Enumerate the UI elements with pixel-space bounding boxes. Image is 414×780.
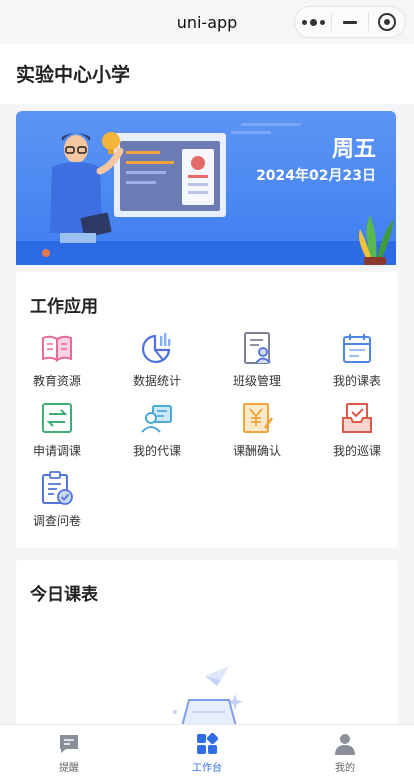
app-label: 申请调课 bbox=[32, 444, 81, 458]
tab-reminders[interactable]: 提醒 bbox=[0, 725, 138, 780]
app-my-patrol[interactable]: 我的巡课 bbox=[312, 400, 402, 460]
app-my-schedule[interactable]: 我的课表 bbox=[312, 330, 402, 390]
app-label: 教育资源 bbox=[32, 374, 81, 388]
tab-bar: 提醒 工作台 我的 bbox=[0, 724, 414, 780]
capsule-menu bbox=[294, 6, 406, 38]
more-icon bbox=[301, 18, 325, 26]
app-label: 我的巡课 bbox=[332, 444, 381, 458]
school-header: 实验中心小学 bbox=[0, 44, 414, 104]
app-label: 我的课表 bbox=[332, 374, 381, 388]
tab-label: 工作台 bbox=[192, 762, 222, 774]
tab-label: 提醒 bbox=[59, 762, 79, 774]
app-education-resources[interactable]: 教育资源 bbox=[12, 330, 102, 390]
today-schedule-title: 今日课表 bbox=[30, 585, 98, 605]
tab-workbench[interactable]: 工作台 bbox=[138, 725, 276, 780]
work-apps-title: 工作应用 bbox=[30, 297, 98, 317]
close-target-icon bbox=[378, 13, 396, 31]
class-roster-icon bbox=[244, 332, 271, 364]
grid-icon bbox=[197, 732, 219, 754]
school-name: 实验中心小学 bbox=[16, 64, 131, 86]
app-survey[interactable]: 调查问卷 bbox=[12, 470, 102, 530]
app-data-statistics[interactable]: 数据统计 bbox=[112, 330, 202, 390]
app-label: 调查问卷 bbox=[32, 514, 81, 528]
inbox-check-icon bbox=[342, 403, 372, 433]
message-icon bbox=[60, 734, 78, 753]
work-apps-card: 工作应用 教育资源 数据统计 班级管理 我的课表 申请调课 我的代课 课酬确认 … bbox=[16, 272, 398, 548]
today-schedule-card: 今日课表 bbox=[16, 560, 398, 730]
substitute-icon bbox=[141, 405, 172, 433]
nav-bar: uni-app bbox=[0, 0, 414, 44]
minimize-button[interactable] bbox=[332, 7, 368, 37]
app-apply-course-change[interactable]: 申请调课 bbox=[12, 400, 102, 460]
minimize-icon bbox=[343, 20, 357, 24]
pie-chart-icon bbox=[142, 333, 171, 363]
user-icon bbox=[335, 733, 355, 755]
banner-weekday: 周五 bbox=[331, 137, 376, 162]
calendar-icon bbox=[343, 334, 371, 363]
date-banner: 周五 2024年02月23日 bbox=[16, 111, 396, 265]
swap-icon bbox=[42, 403, 72, 433]
tab-mine[interactable]: 我的 bbox=[276, 725, 414, 780]
close-button[interactable] bbox=[369, 7, 405, 37]
empty-state-illustration bbox=[173, 666, 243, 730]
survey-icon bbox=[42, 471, 73, 505]
more-button[interactable] bbox=[295, 7, 331, 37]
app-label: 课酬确认 bbox=[232, 444, 281, 458]
app-label: 我的代课 bbox=[132, 444, 181, 458]
tab-label: 我的 bbox=[335, 762, 355, 774]
app-label: 数据统计 bbox=[132, 374, 181, 388]
banner-date: 2024年02月23日 bbox=[256, 168, 376, 184]
nav-title: uni-app bbox=[176, 12, 238, 32]
app-label: 班级管理 bbox=[232, 374, 281, 388]
app-my-substitute[interactable]: 我的代课 bbox=[112, 400, 202, 460]
app-class-management[interactable]: 班级管理 bbox=[212, 330, 302, 390]
app-pay-confirmation[interactable]: 课酬确认 bbox=[212, 400, 302, 460]
yen-doc-icon bbox=[243, 403, 274, 433]
book-icon bbox=[42, 335, 72, 362]
